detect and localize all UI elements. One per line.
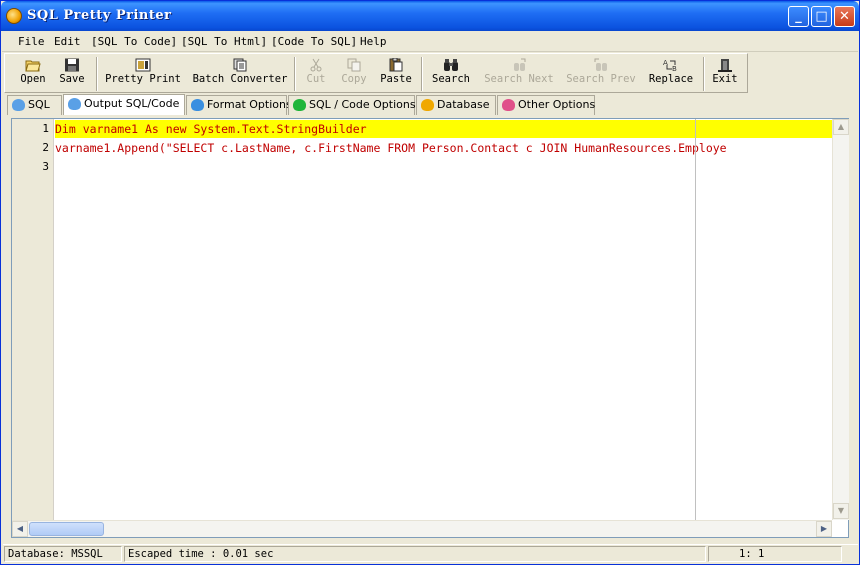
exit-door-icon (718, 59, 732, 72)
maximize-button[interactable]: □ (811, 6, 832, 27)
menu-sql-to-html[interactable]: [SQL To Html] (181, 35, 267, 48)
search-prev-button[interactable]: Search Prev (563, 56, 639, 91)
save-disk-icon (65, 58, 79, 72)
title-bar[interactable]: SQL Pretty Printer _ □ ✕ (1, 1, 859, 31)
copy-icon (347, 58, 361, 72)
diamond-icon (12, 99, 25, 111)
menu-file[interactable]: File (18, 35, 45, 48)
pretty-print-button[interactable]: Pretty Print (102, 56, 184, 91)
scroll-up-arrow-icon[interactable]: ▲ (833, 119, 849, 135)
status-database: Database: MSSQL (4, 546, 122, 562)
search-next-button[interactable]: Search Next (482, 56, 556, 91)
tab-output-sql-code[interactable]: Output SQL/Code (63, 94, 185, 115)
cut-button[interactable]: Cut (302, 56, 330, 91)
save-button[interactable]: Save (53, 56, 91, 91)
diamond-icon (68, 98, 81, 110)
replace-button[interactable]: AB Replace (645, 56, 697, 91)
batch-converter-label: Batch Converter (192, 73, 288, 85)
cut-label: Cut (306, 73, 326, 85)
copy-label: Copy (341, 73, 367, 85)
code-line[interactable]: varname1.Append("SELECT c.LastName, c.Fi… (55, 139, 832, 157)
svg-text:B: B (672, 65, 677, 72)
open-button[interactable]: Open (11, 56, 55, 91)
batch-converter-button[interactable]: Batch Converter (192, 56, 288, 91)
diamond-icon (293, 99, 306, 111)
tab-database[interactable]: Database (416, 95, 496, 115)
tab-sql[interactable]: SQL (7, 95, 62, 115)
diamond-icon (421, 99, 434, 111)
tab-sql-code-options[interactable]: SQL / Code Options (288, 95, 416, 115)
search-label: Search (432, 73, 470, 85)
minimize-button[interactable]: _ (788, 6, 809, 27)
search-prev-icon (594, 58, 607, 71)
binoculars-icon (444, 59, 458, 71)
status-cursor-position: 1: 1 (708, 546, 842, 562)
menu-code-to-sql[interactable]: [Code To SQL] (271, 35, 357, 48)
search-next-label: Search Next (484, 73, 554, 85)
toolbar: Open Save Pretty Print Batch Converter C… (4, 53, 748, 93)
code-line[interactable] (55, 158, 832, 176)
replace-icon: AB (663, 59, 677, 72)
replace-label: Replace (648, 73, 694, 85)
horizontal-scrollbar[interactable]: ◀ ▶ (12, 520, 832, 537)
batch-converter-icon (233, 58, 247, 72)
search-prev-label: Search Prev (566, 73, 636, 85)
app-logo-icon (6, 8, 22, 24)
menu-sql-to-code[interactable]: [SQL To Code] (91, 35, 177, 48)
copy-button[interactable]: Copy (337, 56, 371, 91)
exit-button[interactable]: Exit (709, 56, 741, 91)
window-title: SQL Pretty Printer (27, 8, 172, 23)
tab-sql-label: SQL (28, 98, 50, 111)
tab-database-label: Database (437, 98, 490, 111)
exit-label: Exit (712, 73, 738, 85)
menu-edit[interactable]: Edit (54, 35, 81, 48)
line-number: 2 (42, 141, 49, 154)
code-editor[interactable]: 1 2 3 Dim varname1 As new System.Text.St… (11, 118, 849, 538)
diamond-icon (502, 99, 515, 111)
app-window: SQL Pretty Printer _ □ ✕ File Edit [SQL … (0, 0, 860, 565)
line-number: 3 (42, 160, 49, 173)
status-bar: Database: MSSQL Escaped time : 0.01 sec … (3, 544, 858, 562)
scroll-left-arrow-icon[interactable]: ◀ (12, 521, 28, 537)
search-next-icon (514, 58, 526, 71)
close-button[interactable]: ✕ (834, 6, 855, 27)
vertical-scrollbar[interactable]: ▲ ▼ (832, 119, 849, 520)
menu-help[interactable]: Help (360, 35, 387, 48)
horizontal-scroll-thumb[interactable] (29, 522, 104, 536)
status-escaped-time: Escaped time : 0.01 sec (124, 546, 706, 562)
paste-clipboard-icon (389, 58, 403, 72)
toolbar-separator (96, 57, 98, 91)
scroll-down-arrow-icon[interactable]: ▼ (833, 503, 849, 519)
scissors-icon (310, 58, 322, 72)
code-line[interactable]: Dim varname1 As new System.Text.StringBu… (55, 120, 832, 138)
tab-other-options[interactable]: Other Options (497, 95, 595, 115)
pretty-print-icon (135, 58, 151, 72)
menu-bar: File Edit [SQL To Code] [SQL To Html] [C… (2, 31, 858, 52)
right-margin-guide (695, 119, 696, 520)
line-number-gutter: 1 2 3 (12, 119, 54, 520)
pretty-print-label: Pretty Print (105, 73, 181, 85)
options-tab-strip: SQL Output SQL/Code Format Options SQL /… (4, 94, 859, 115)
toolbar-separator (421, 57, 423, 91)
paste-button[interactable]: Paste (377, 56, 415, 91)
open-folder-icon (25, 60, 41, 72)
open-label: Open (20, 73, 46, 85)
tab-sql-code-options-label: SQL / Code Options (309, 98, 416, 111)
tab-format-options[interactable]: Format Options (186, 95, 292, 115)
line-number: 1 (42, 122, 49, 135)
scroll-right-arrow-icon[interactable]: ▶ (816, 521, 832, 537)
toolbar-separator (294, 57, 296, 91)
toolbar-separator (703, 57, 705, 91)
diamond-icon (191, 99, 204, 111)
save-label: Save (59, 73, 85, 85)
search-button[interactable]: Search (428, 56, 474, 91)
tab-format-options-label: Format Options (207, 98, 292, 111)
tab-output-label: Output SQL/Code (84, 97, 180, 110)
tab-other-options-label: Other Options (518, 98, 596, 111)
paste-label: Paste (380, 73, 412, 85)
